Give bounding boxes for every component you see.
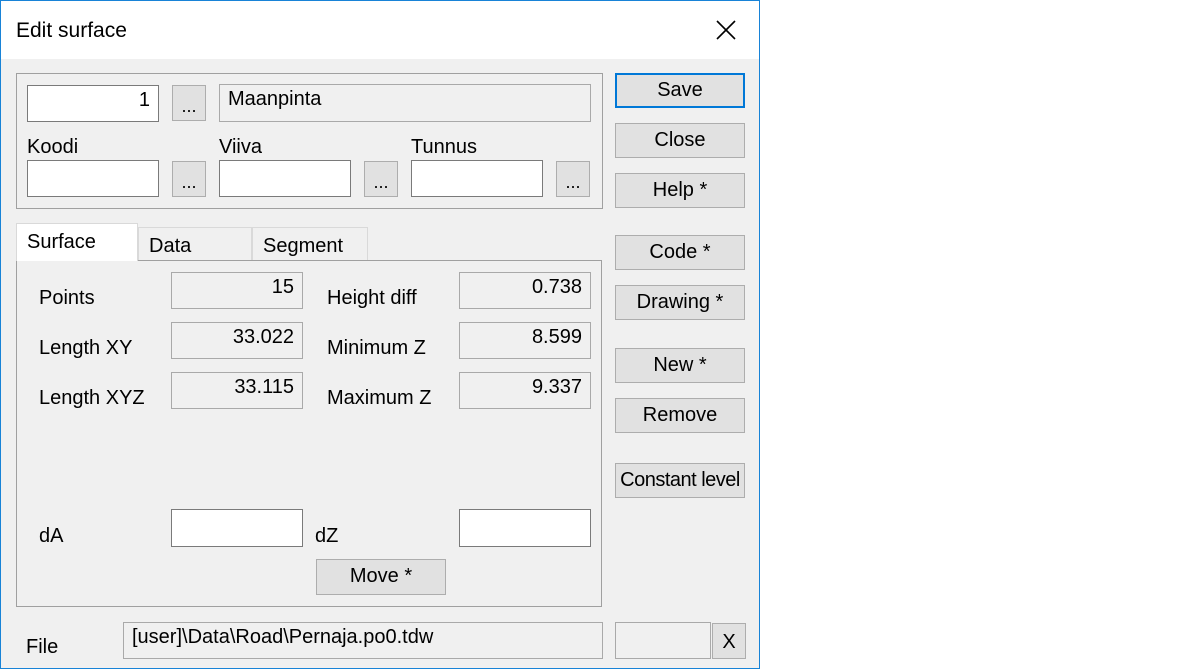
tunnus-label: Tunnus — [411, 136, 477, 158]
height-diff-value: 0.738 — [459, 272, 591, 309]
title-bar: Edit surface — [1, 1, 759, 59]
points-value: 15 — [171, 272, 303, 309]
maximum-z-value: 9.337 — [459, 372, 591, 409]
tab-surface[interactable]: Surface — [16, 223, 138, 261]
file-path-field[interactable]: [user]\Data\Road\Pernaja.po0.tdw — [123, 622, 603, 659]
browse-viiva-button[interactable]: ... — [364, 161, 398, 197]
new-button[interactable]: New * — [615, 348, 745, 383]
close-button[interactable]: Close — [615, 123, 745, 158]
length-xy-value: 33.022 — [171, 322, 303, 359]
tunnus-field[interactable] — [411, 160, 543, 197]
file-label: File — [26, 636, 59, 658]
maximum-z-label: Maximum Z — [327, 387, 432, 409]
surface-tab-panel: Points 15 Length XY 33.022 Length XYZ 33… — [16, 260, 602, 607]
browse-number-button[interactable]: ... — [172, 85, 206, 121]
code-button[interactable]: Code * — [615, 235, 745, 270]
close-window-button[interactable] — [705, 9, 747, 51]
help-button[interactable]: Help * — [615, 173, 745, 208]
length-xy-label: Length XY — [39, 337, 133, 359]
clear-file-button[interactable]: X — [712, 623, 746, 659]
file-extra-field[interactable] — [615, 622, 711, 659]
points-label: Points — [39, 287, 95, 309]
edit-surface-dialog: Edit surface 1 ... Maanpinta Koodi ... V… — [0, 0, 760, 669]
save-button[interactable]: Save — [615, 73, 745, 108]
dz-label: dZ — [315, 525, 339, 547]
browse-koodi-button[interactable]: ... — [172, 161, 206, 197]
close-icon — [716, 20, 736, 40]
browse-tunnus-button[interactable]: ... — [556, 161, 590, 197]
viiva-field[interactable] — [219, 160, 351, 197]
header-group: 1 ... Maanpinta Koodi ... Viiva ... Tunn… — [16, 73, 603, 209]
da-input[interactable] — [171, 509, 303, 547]
tab-data[interactable]: Data — [138, 227, 252, 261]
minimum-z-value: 8.599 — [459, 322, 591, 359]
da-label: dA — [39, 525, 64, 547]
length-xyz-label: Length XYZ — [39, 387, 145, 409]
height-diff-label: Height diff — [327, 287, 417, 309]
drawing-button[interactable]: Drawing * — [615, 285, 745, 320]
minimum-z-label: Minimum Z — [327, 337, 426, 359]
move-button[interactable]: Move * — [316, 559, 446, 595]
tab-segment[interactable]: Segment — [252, 227, 368, 261]
length-xyz-value: 33.115 — [171, 372, 303, 409]
surface-name-field[interactable]: Maanpinta — [219, 84, 591, 122]
surface-number-field[interactable]: 1 — [27, 85, 159, 122]
remove-button[interactable]: Remove — [615, 398, 745, 433]
viiva-label: Viiva — [219, 136, 262, 158]
dz-input[interactable] — [459, 509, 591, 547]
koodi-field[interactable] — [27, 160, 159, 197]
constant-level-button[interactable]: Constant level — [615, 463, 745, 498]
window-title: Edit surface — [16, 19, 127, 42]
koodi-label: Koodi — [27, 136, 79, 158]
